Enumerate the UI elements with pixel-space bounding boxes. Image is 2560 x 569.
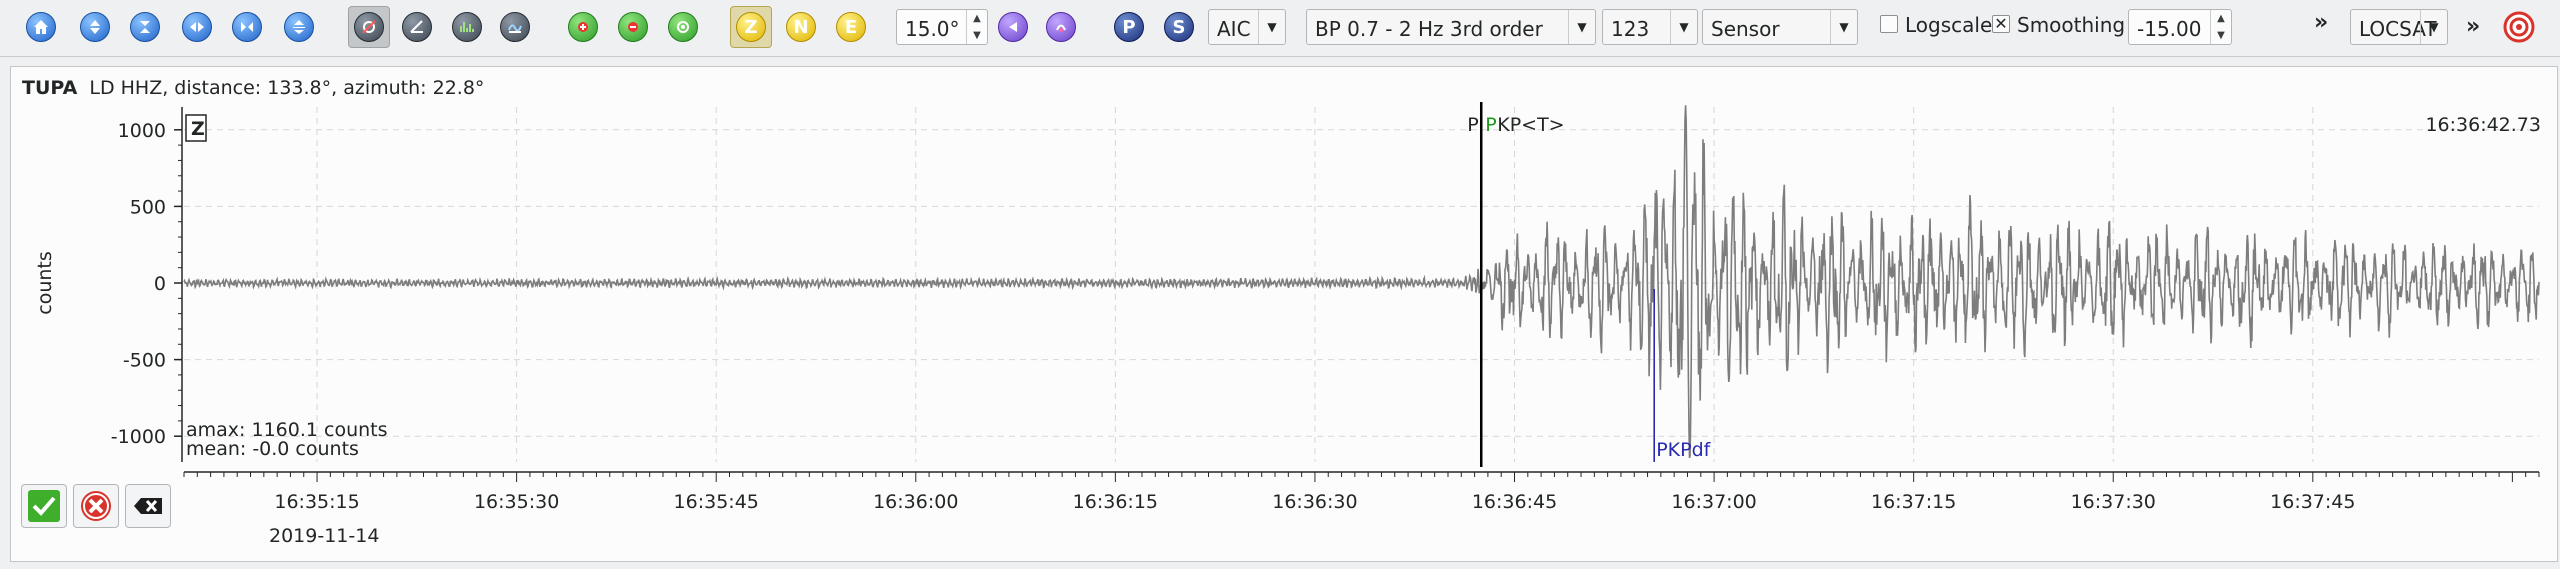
unit-value: Sensor xyxy=(1711,17,1780,41)
chevron-down-icon: ▼ xyxy=(1258,10,1285,44)
clear-button[interactable] xyxy=(125,484,171,528)
unit-combobox[interactable]: Sensor ▼ xyxy=(1702,9,1858,45)
y-axis: 1000 500 0 -500 -1000 xyxy=(111,107,183,462)
rotate-right-icon[interactable] xyxy=(1040,6,1082,48)
component-z-button[interactable]: Z xyxy=(730,6,772,48)
toolbar-overflow-icon[interactable]: » xyxy=(2314,10,2328,35)
pick-p-label: P xyxy=(1114,12,1144,42)
pick-p-button[interactable]: P xyxy=(1108,6,1150,48)
smoothing-value: -15.00 xyxy=(2137,17,2202,41)
chevron-down-icon: ▼ xyxy=(1670,10,1697,44)
x-axis: 16:35:15 16:35:30 16:35:45 16:36:00 16:36:15… xyxy=(183,471,2540,513)
compass-icon[interactable] xyxy=(396,6,438,48)
y-tick-label: -1000 xyxy=(111,426,166,448)
x-tick-label: 16:36:45 xyxy=(1472,491,1557,513)
angle-value: 15.0° xyxy=(905,17,960,41)
mean-readout: mean: -0.0 counts xyxy=(186,438,359,460)
trace-date: 2019-11-14 xyxy=(269,525,379,547)
stream-value: 123 xyxy=(1611,17,1650,41)
x-tick-label: 16:35:45 xyxy=(674,491,759,513)
add-pick-icon[interactable] xyxy=(562,6,604,48)
time-readout: 16:36:42.73 xyxy=(2425,114,2541,136)
pick-pkp-onset-label: P xyxy=(1485,114,1496,136)
angle-spinbox[interactable]: 15.0° ▲ ▼ xyxy=(896,9,988,45)
angle-up-arrow-icon[interactable]: ▲ xyxy=(967,10,987,27)
y-tick-label: 0 xyxy=(154,273,166,295)
x-tick-label: 16:37:45 xyxy=(2270,491,2355,513)
smoothing-down-arrow-icon[interactable]: ▼ xyxy=(2211,27,2231,44)
stream-combobox[interactable]: 123 ▼ xyxy=(1602,9,1698,45)
logscale-label: Logscale xyxy=(1905,13,1993,37)
scroll-left-icon[interactable] xyxy=(176,6,218,48)
spectrum-icon[interactable] xyxy=(446,6,488,48)
reject-icon xyxy=(81,491,111,521)
x-tick-label: 16:35:15 xyxy=(274,491,359,513)
chevron-down-icon: ▼ xyxy=(1830,10,1857,44)
waveform-line xyxy=(183,105,2540,459)
reset-pick-icon[interactable] xyxy=(662,6,704,48)
reject-button[interactable] xyxy=(73,484,119,528)
component-n-label: N xyxy=(786,12,816,42)
component-n-button[interactable]: N xyxy=(780,6,822,48)
pick-pkpdf-label: PKPdf xyxy=(1656,439,1711,461)
y-tick-label: 1000 xyxy=(118,120,166,142)
accept-icon xyxy=(28,490,60,522)
zoom-vertical-icon[interactable] xyxy=(124,6,166,48)
scroll-up-icon[interactable] xyxy=(74,6,116,48)
filter-combobox[interactable]: BP 0.7 - 2 Hz 3rd order ▼ xyxy=(1306,9,1596,45)
y-tick-label: 500 xyxy=(130,196,166,218)
remove-pick-icon[interactable] xyxy=(612,6,654,48)
chevron-down-icon: ▼ xyxy=(2420,10,2447,44)
expand-icon[interactable] xyxy=(278,6,320,48)
seismogram-plot[interactable]: counts 1000 500 0 -500 -1000 16:35:15 16:35:3… xyxy=(11,67,2557,561)
smoothing-up-arrow-icon[interactable]: ▲ xyxy=(2211,10,2231,27)
component-e-button[interactable]: E xyxy=(830,6,872,48)
scroll-right-icon[interactable] xyxy=(226,6,268,48)
x-tick-label: 16:36:15 xyxy=(1073,491,1158,513)
picker-combobox[interactable]: AIC ▼ xyxy=(1208,9,1286,45)
x-tick-label: 16:36:30 xyxy=(1272,491,1357,513)
locator-combobox[interactable]: LOCSAT ▼ xyxy=(2350,9,2448,45)
y-tick-label: -500 xyxy=(123,350,166,372)
smoothing-label: Smoothing xyxy=(2017,13,2126,37)
picker-value: AIC xyxy=(1217,17,1251,41)
toolbar-overflow-icon-2[interactable]: » xyxy=(2466,14,2480,39)
x-tick-label: 16:36:00 xyxy=(873,491,958,513)
smoothing-spinbox[interactable]: -15.00 ▲ ▼ xyxy=(2128,9,2232,45)
x-tick-label: 16:35:30 xyxy=(474,491,559,513)
angle-down-arrow-icon[interactable]: ▼ xyxy=(967,27,987,44)
target-icon[interactable] xyxy=(2498,6,2540,48)
component-tag: Z xyxy=(191,118,205,140)
trace-panel[interactable]: TUPA LD HHZ, distance: 133.8°, azimuth: … xyxy=(10,66,2558,562)
x-tick-label: 16:37:15 xyxy=(1871,491,1956,513)
y-axis-label: counts xyxy=(34,251,56,315)
component-z-label: Z xyxy=(736,12,766,42)
pick-s-button[interactable]: S xyxy=(1158,6,1200,48)
filter-icon[interactable] xyxy=(494,6,536,48)
toolbar: Z N E 15.0° ▲ ▼ P S AIC ▼ BP 0.7 - 2 Hz … xyxy=(0,0,2560,57)
x-tick-label: 16:37:30 xyxy=(2071,491,2156,513)
clear-icon xyxy=(134,498,162,514)
logscale-checkbox[interactable] xyxy=(1880,15,1898,33)
filter-value: BP 0.7 - 2 Hz 3rd order xyxy=(1315,17,1543,41)
rotate-icon[interactable] xyxy=(348,6,390,48)
pick-s-label: S xyxy=(1164,12,1194,42)
pick-pkp-label: KP<T> xyxy=(1497,114,1564,136)
pick-p-label: P xyxy=(1467,114,1478,136)
chevron-down-icon: ▼ xyxy=(1568,10,1595,44)
home-icon[interactable] xyxy=(20,6,62,48)
x-tick-label: 16:37:00 xyxy=(1671,491,1756,513)
rotate-left-icon[interactable] xyxy=(992,6,1034,48)
accept-button[interactable] xyxy=(21,484,67,528)
smoothing-checkbox[interactable]: ✕ xyxy=(1992,15,2010,33)
component-e-label: E xyxy=(836,12,866,42)
